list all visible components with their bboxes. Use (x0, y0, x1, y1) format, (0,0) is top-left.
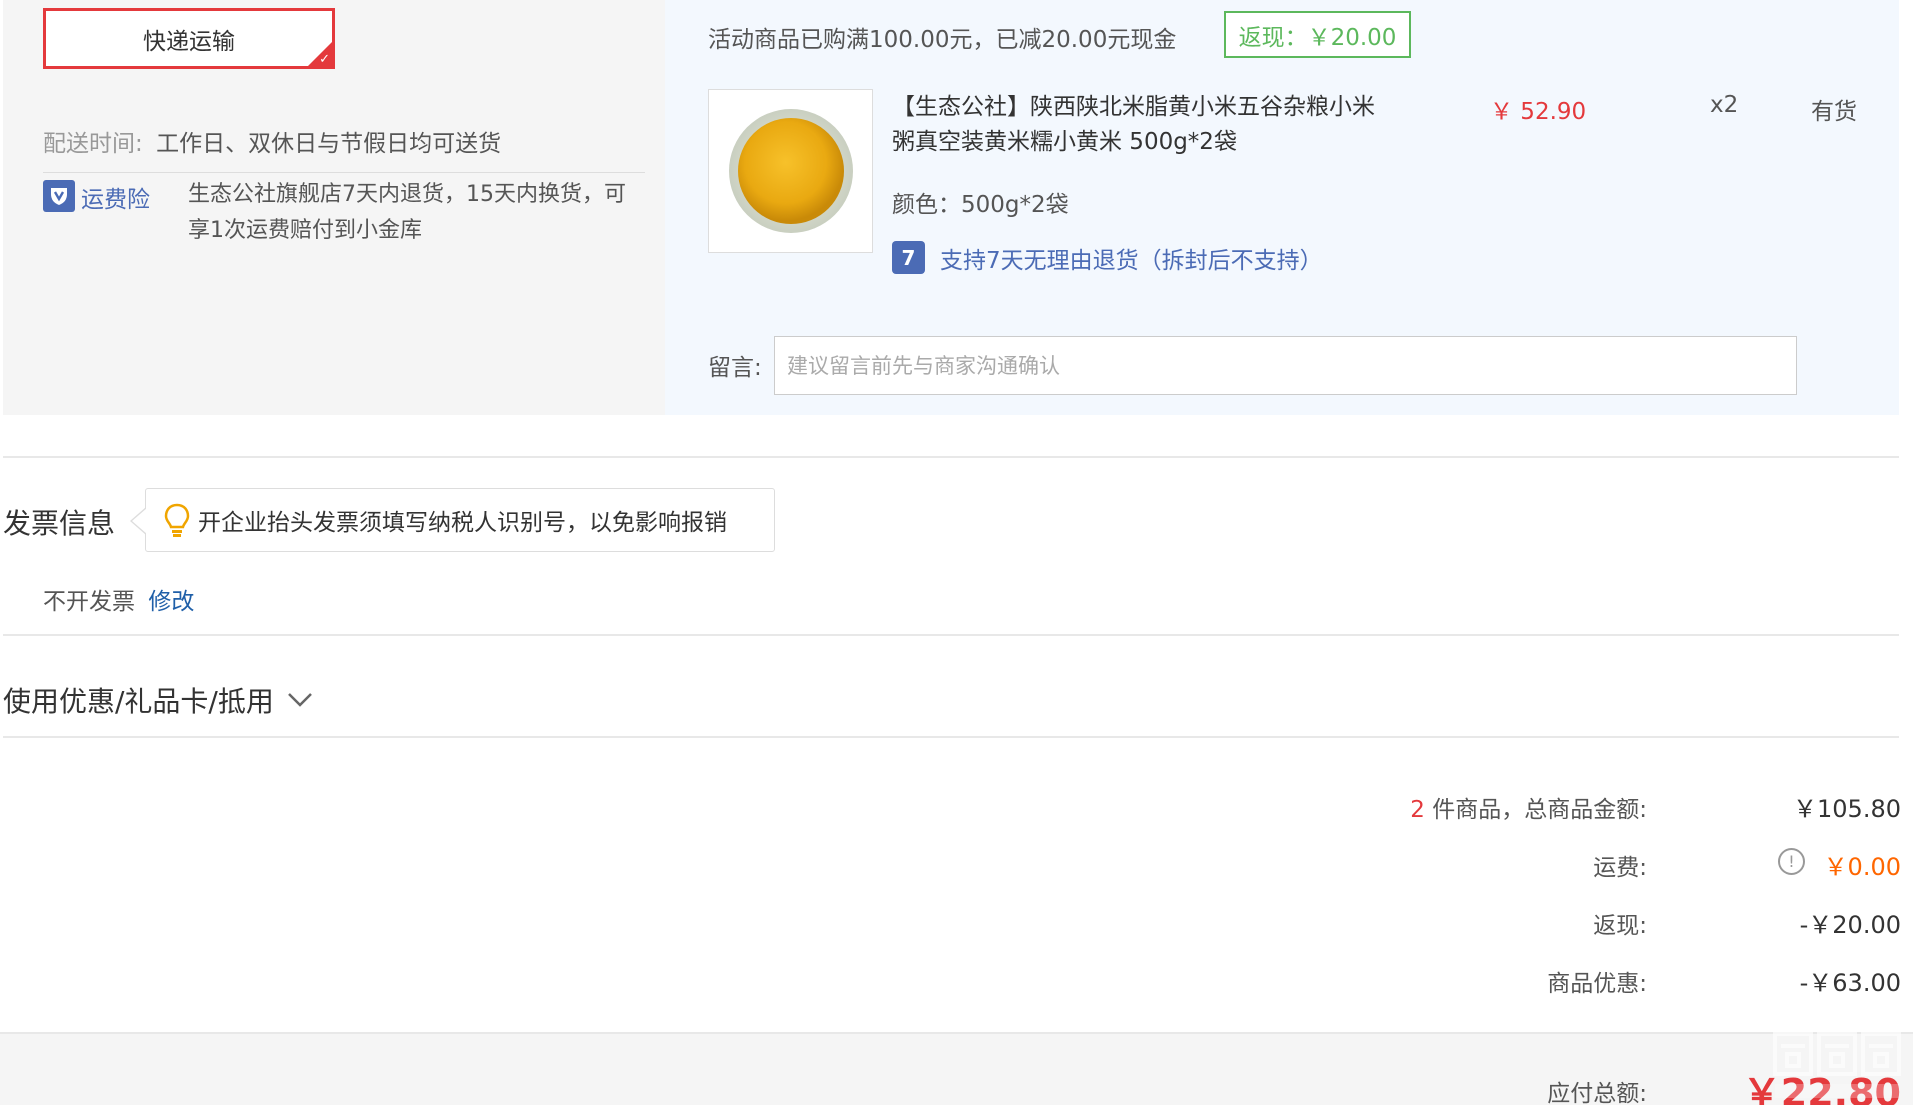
product-image[interactable] (708, 89, 873, 253)
chevron-down-icon (287, 693, 312, 707)
order-block: 快递运输 ✓ 配送时间: 工作日、双休日与节假日均可送货 运费险 生态公社旗舰店… (3, 0, 1899, 415)
divider (3, 736, 1899, 738)
invoice-status-text: 不开发票 (43, 589, 135, 615)
coupon-toggle-label: 使用优惠/礼品卡/抵用 (3, 685, 274, 718)
product-price: ￥ 52.90 (1490, 99, 1587, 125)
discount-value: -￥63.00 (1799, 969, 1901, 997)
tip-arrow-inner (132, 508, 147, 534)
items-total-value: ￥105.80 (1793, 795, 1901, 823)
lightbulb-icon (164, 503, 190, 537)
invoice-tip-text: 开企业抬头发票须填写纳税人识别号，以免影响报销 (198, 510, 727, 536)
invoice-tip: 开企业抬头发票须填写纳税人识别号，以免影响报销 (130, 488, 775, 552)
divider (3, 456, 1899, 458)
delivery-time-label: 配送时间: (43, 131, 143, 157)
cashback-value: -￥20.00 (1799, 911, 1901, 939)
cashback-label: 返现: (1593, 913, 1647, 939)
note-input[interactable] (774, 336, 1797, 395)
divider (43, 172, 645, 173)
invoice-status: 不开发票 修改 (43, 582, 194, 616)
delivery-time-value: 工作日、双休日与节假日均可送货 (156, 131, 502, 157)
millet-bowl-image (728, 109, 853, 233)
goods-panel: 活动商品已购满100.00元，已减20.00元现金 返现：￥20.00 【生态公… (665, 0, 1899, 415)
info-icon[interactable]: ! (1778, 848, 1805, 875)
payable-label: 应付总额: (1547, 1081, 1647, 1105)
divider (3, 634, 1899, 636)
return-7day-icon: 7 (892, 241, 925, 274)
product-stock: 有货 (1811, 99, 1857, 125)
shipping-fee-value: ￥0.00 (1823, 853, 1901, 881)
items-label: 件商品，总商品金额: (1424, 797, 1647, 823)
return-policy[interactable]: 支持7天无理由退货（拆封后不支持） (940, 241, 1323, 275)
item-count: 2 (1410, 797, 1425, 823)
insurance-description: 生态公社旗舰店7天内退货，15天内换货，可享1次运费赔付到小金库 (188, 182, 626, 243)
product-color: 颜色：500g*2袋 (892, 192, 1069, 218)
check-icon: ✓ (319, 52, 330, 67)
shield-icon (43, 180, 75, 212)
shipping-method-button[interactable]: 快递运输 ✓ (43, 8, 335, 69)
shipping-method-label: 快递运输 (143, 28, 235, 55)
cashback-badge: 返现：￥20.00 (1224, 11, 1411, 58)
promo-text: 活动商品已购满100.00元，已减20.00元现金 (708, 27, 1177, 53)
invoice-edit-link[interactable]: 修改 (148, 589, 194, 615)
insurance-label[interactable]: 运费险 (81, 180, 150, 214)
note-label: 留言: (708, 355, 762, 381)
shipping-fee-label: 运费: (1593, 855, 1647, 881)
shipping-panel: 快递运输 ✓ 配送时间: 工作日、双休日与节假日均可送货 运费险 生态公社旗舰店… (3, 0, 665, 415)
product-quantity: x2 (1710, 92, 1739, 118)
discount-label: 商品优惠: (1547, 971, 1647, 997)
items-total-label: 2 件商品，总商品金额: (1410, 790, 1647, 824)
watermark-logo (1773, 1032, 1901, 1098)
coupon-toggle[interactable]: 使用优惠/礼品卡/抵用 (3, 680, 314, 720)
delivery-time: 配送时间: 工作日、双休日与节假日均可送货 (43, 124, 501, 158)
product-title[interactable]: 【生态公社】陕西陕北米脂黄小米五谷杂粮小米粥真空装黄米糯小黄米 500g*2袋 (892, 90, 1392, 160)
invoice-title: 发票信息 (3, 507, 116, 540)
